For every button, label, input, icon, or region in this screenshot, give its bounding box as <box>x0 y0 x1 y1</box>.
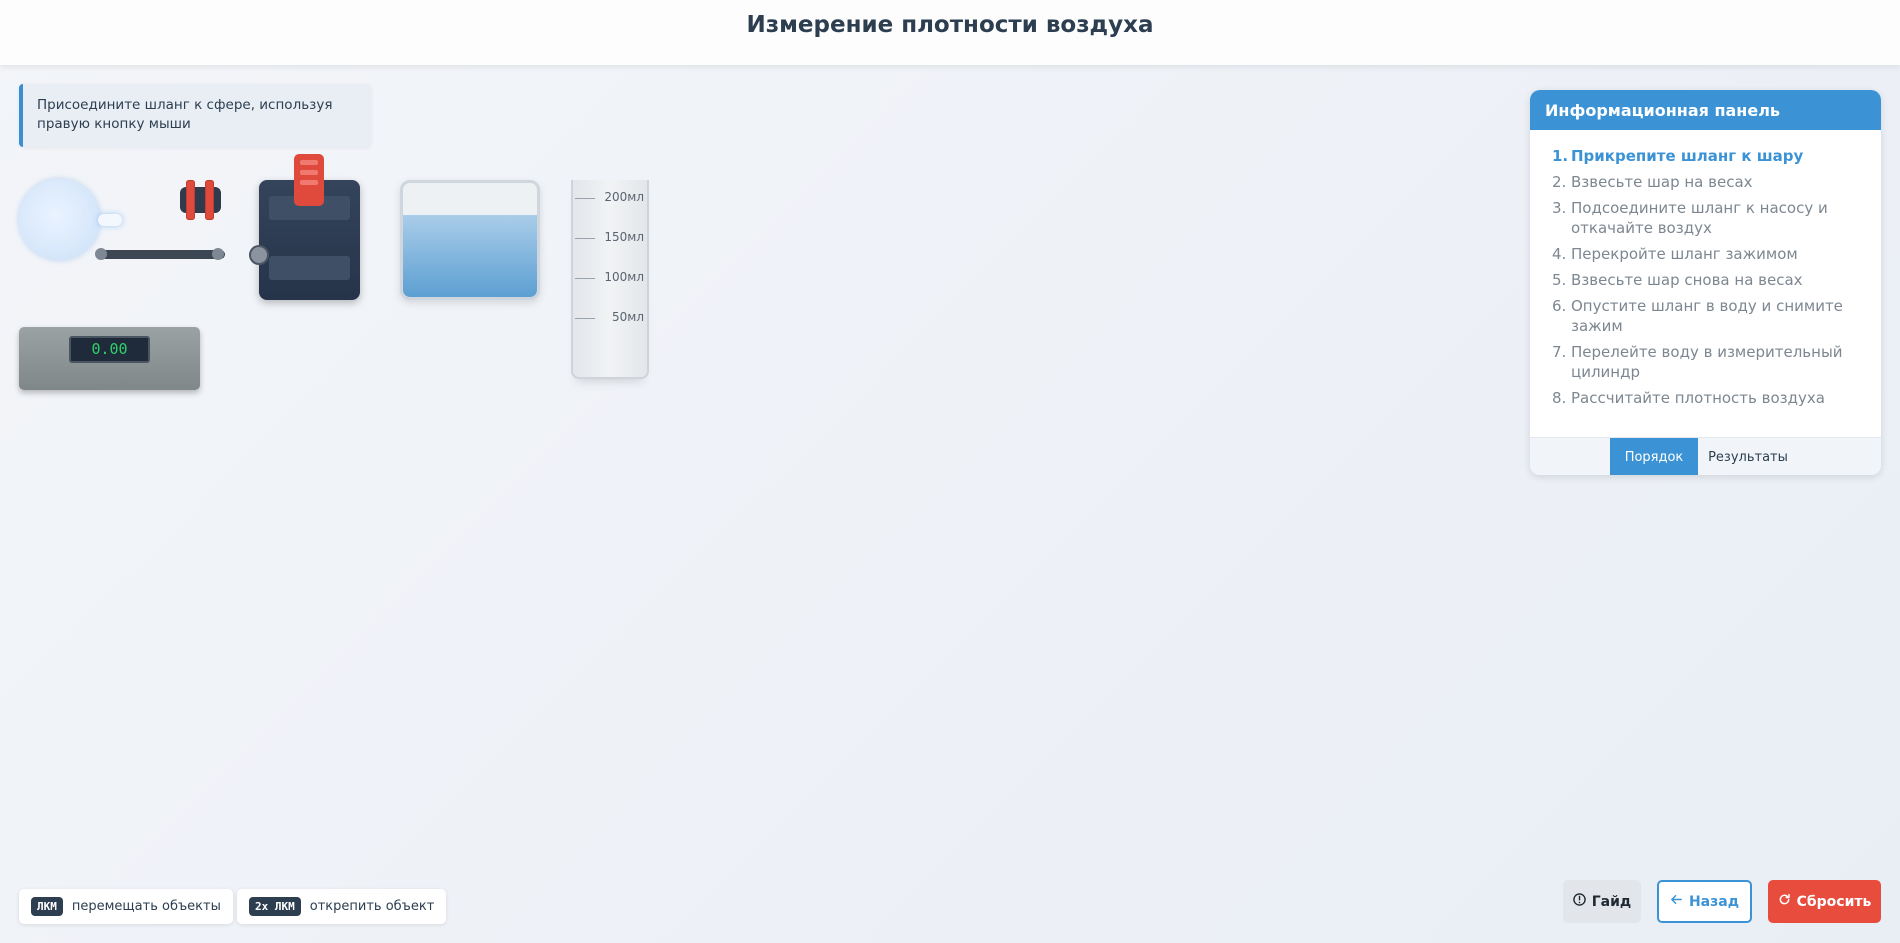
cylinder-tick <box>575 278 595 279</box>
pump-panel-bottom <box>269 256 350 280</box>
info-panel-title: Информационная панель <box>1530 90 1881 130</box>
step-text: Перекройте шланг зажимом <box>1571 245 1798 263</box>
glass-sphere[interactable] <box>19 179 100 260</box>
handle-grip-line <box>300 170 318 175</box>
step-number: 6. <box>1552 297 1567 315</box>
hose-clamp[interactable] <box>180 180 221 220</box>
info-panel: Информационная панель 1. Прикрепите шланг… <box>1530 90 1881 475</box>
step-item: 1. Прикрепите шланг к шару <box>1552 146 1861 166</box>
step-number: 1. <box>1552 147 1569 165</box>
water-tank[interactable] <box>400 180 540 300</box>
cylinder-tick <box>575 238 595 239</box>
sphere-nozzle[interactable] <box>98 214 122 226</box>
step-item: 4. Перекройте шланг зажимом <box>1552 244 1861 264</box>
reset-button[interactable]: Сбросить <box>1768 880 1881 923</box>
hose-end-right[interactable] <box>212 248 224 260</box>
guide-button[interactable]: Гайд <box>1563 880 1641 923</box>
step-number: 2. <box>1552 173 1567 191</box>
step-item: 8. Рассчитайте плотность воздуха <box>1552 388 1861 408</box>
scale-display: 0.00 <box>69 336 150 363</box>
step-number: 4. <box>1552 245 1567 263</box>
cylinder-mark: 150мл <box>604 230 644 244</box>
app-header: Измерение плотности воздуха <box>0 0 1900 65</box>
lmb-key-badge: ЛКМ <box>31 897 63 916</box>
step-item: 5. Взвесьте шар снова на весах <box>1552 270 1861 290</box>
steps-list: 1. Прикрепите шланг к шару 2. Взвесьте шар… <box>1530 130 1881 408</box>
control-hint-move: ЛКМ перемещать объекты <box>19 889 233 924</box>
pump-handle[interactable] <box>294 154 324 206</box>
handle-grip-line <box>300 160 318 165</box>
page-title: Измерение плотности воздуха <box>746 11 1154 38</box>
step-number: 5. <box>1552 271 1567 289</box>
rubber-hose[interactable] <box>96 250 225 259</box>
step-text: Рассчитайте плотность воздуха <box>1571 389 1825 407</box>
hose-end-left[interactable] <box>95 248 107 260</box>
step-number: 3. <box>1552 199 1567 217</box>
step-item: 7. Перелейте воду в измерительный цилиндр <box>1552 342 1861 382</box>
back-button[interactable]: Назад <box>1657 880 1752 923</box>
instruction-hint: Присоедините шланг к сфере, используя пр… <box>19 84 371 147</box>
step-text: Взвесьте шар снова на весах <box>1571 271 1803 289</box>
cylinder-tick <box>575 198 595 199</box>
step-text: Взвесьте шар на весах <box>1571 173 1753 191</box>
reset-button-label: Сбросить <box>1796 893 1872 910</box>
double-lmb-key-badge: 2х ЛКМ <box>249 897 301 916</box>
step-number: 7. <box>1552 343 1567 361</box>
step-item: 2. Взвесьте шар на весах <box>1552 172 1861 192</box>
control-hint-label: перемещать объекты <box>71 899 221 914</box>
handle-grip-line <box>300 180 318 185</box>
measuring-cylinder[interactable]: 200мл 150мл 100мл 50мл <box>571 180 649 379</box>
clamp-jaw-right <box>205 180 214 220</box>
step-text: Прикрепите шланг к шару <box>1571 147 1804 165</box>
cylinder-tick <box>575 318 595 319</box>
control-hint-detach: 2х ЛКМ открепить объект <box>237 889 447 924</box>
control-hint-label: открепить объект <box>309 899 435 914</box>
tab-results[interactable]: Результаты <box>1698 438 1798 475</box>
step-text: Перелейте воду в измерительный цилиндр <box>1571 343 1843 381</box>
step-item: 3. Подсоедините шланг к насосу и откачайт… <box>1552 198 1861 238</box>
step-text: Опустите шланг в воду и снимите зажим <box>1571 297 1843 335</box>
info-panel-tabs: Порядок Результаты <box>1530 437 1881 475</box>
tab-order[interactable]: Порядок <box>1610 438 1698 475</box>
pump-inlet-knob[interactable] <box>249 245 269 265</box>
guide-button-label: Гайд <box>1591 893 1632 910</box>
arrow-left-icon <box>1670 893 1683 910</box>
cylinder-mark: 100мл <box>604 270 644 284</box>
info-circle-icon <box>1572 893 1586 910</box>
step-text: Подсоедините шланг к насосу и откачайте … <box>1571 199 1828 237</box>
cylinder-mark: 50мл <box>612 310 644 324</box>
digital-scale[interactable]: 0.00 <box>19 327 200 390</box>
back-button-label: Назад <box>1688 893 1740 910</box>
step-number: 8. <box>1552 389 1567 407</box>
cylinder-mark: 200мл <box>604 190 644 204</box>
step-item: 6. Опустите шланг в воду и снимите зажим <box>1552 296 1861 336</box>
refresh-icon <box>1778 893 1791 910</box>
tank-water <box>403 215 537 297</box>
clamp-jaw-left <box>186 180 195 220</box>
